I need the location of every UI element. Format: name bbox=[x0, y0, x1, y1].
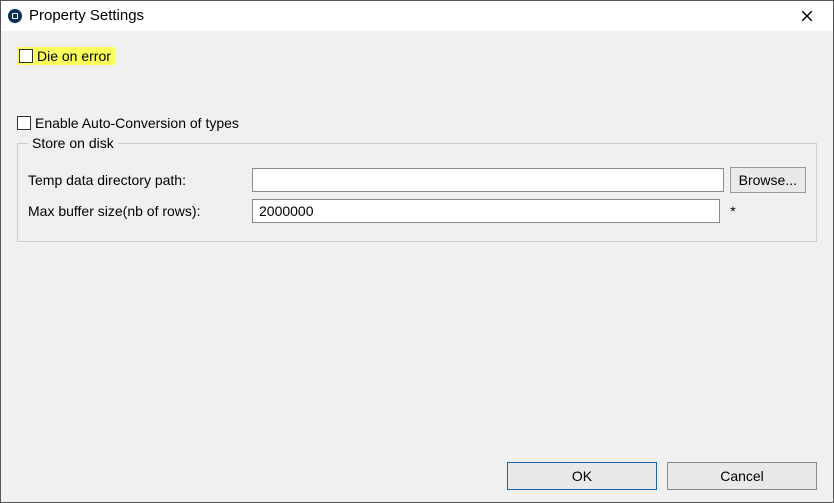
close-button[interactable] bbox=[787, 1, 827, 31]
dialog-footer: OK Cancel bbox=[507, 462, 817, 490]
required-marker: * bbox=[726, 203, 740, 219]
die-on-error-checkbox[interactable] bbox=[19, 49, 33, 63]
die-on-error-row[interactable]: Die on error bbox=[17, 47, 115, 65]
temp-path-label: Temp data directory path: bbox=[28, 172, 246, 188]
die-on-error-label: Die on error bbox=[37, 48, 111, 64]
close-icon bbox=[801, 10, 813, 22]
store-on-disk-legend: Store on disk bbox=[28, 135, 118, 151]
max-buffer-label: Max buffer size(nb of rows): bbox=[28, 203, 246, 219]
titlebar: Property Settings bbox=[1, 1, 833, 31]
app-icon bbox=[7, 8, 23, 24]
auto-convert-row[interactable]: Enable Auto-Conversion of types bbox=[17, 115, 817, 131]
ok-button[interactable]: OK bbox=[507, 462, 657, 490]
window-title: Property Settings bbox=[29, 7, 787, 24]
temp-path-input[interactable] bbox=[252, 168, 724, 192]
property-settings-window: Property Settings Die on error Enable Au… bbox=[0, 0, 834, 503]
browse-button[interactable]: Browse... bbox=[730, 167, 806, 193]
auto-convert-label: Enable Auto-Conversion of types bbox=[35, 115, 239, 131]
cancel-button[interactable]: Cancel bbox=[667, 462, 817, 490]
store-on-disk-group: Store on disk Temp data directory path: … bbox=[17, 135, 817, 242]
temp-path-row: Temp data directory path: Browse... bbox=[28, 167, 806, 193]
max-buffer-input[interactable] bbox=[252, 199, 720, 223]
content-area: Die on error Enable Auto-Conversion of t… bbox=[1, 31, 833, 242]
max-buffer-row: Max buffer size(nb of rows): * bbox=[28, 199, 806, 223]
auto-convert-checkbox[interactable] bbox=[17, 116, 31, 130]
